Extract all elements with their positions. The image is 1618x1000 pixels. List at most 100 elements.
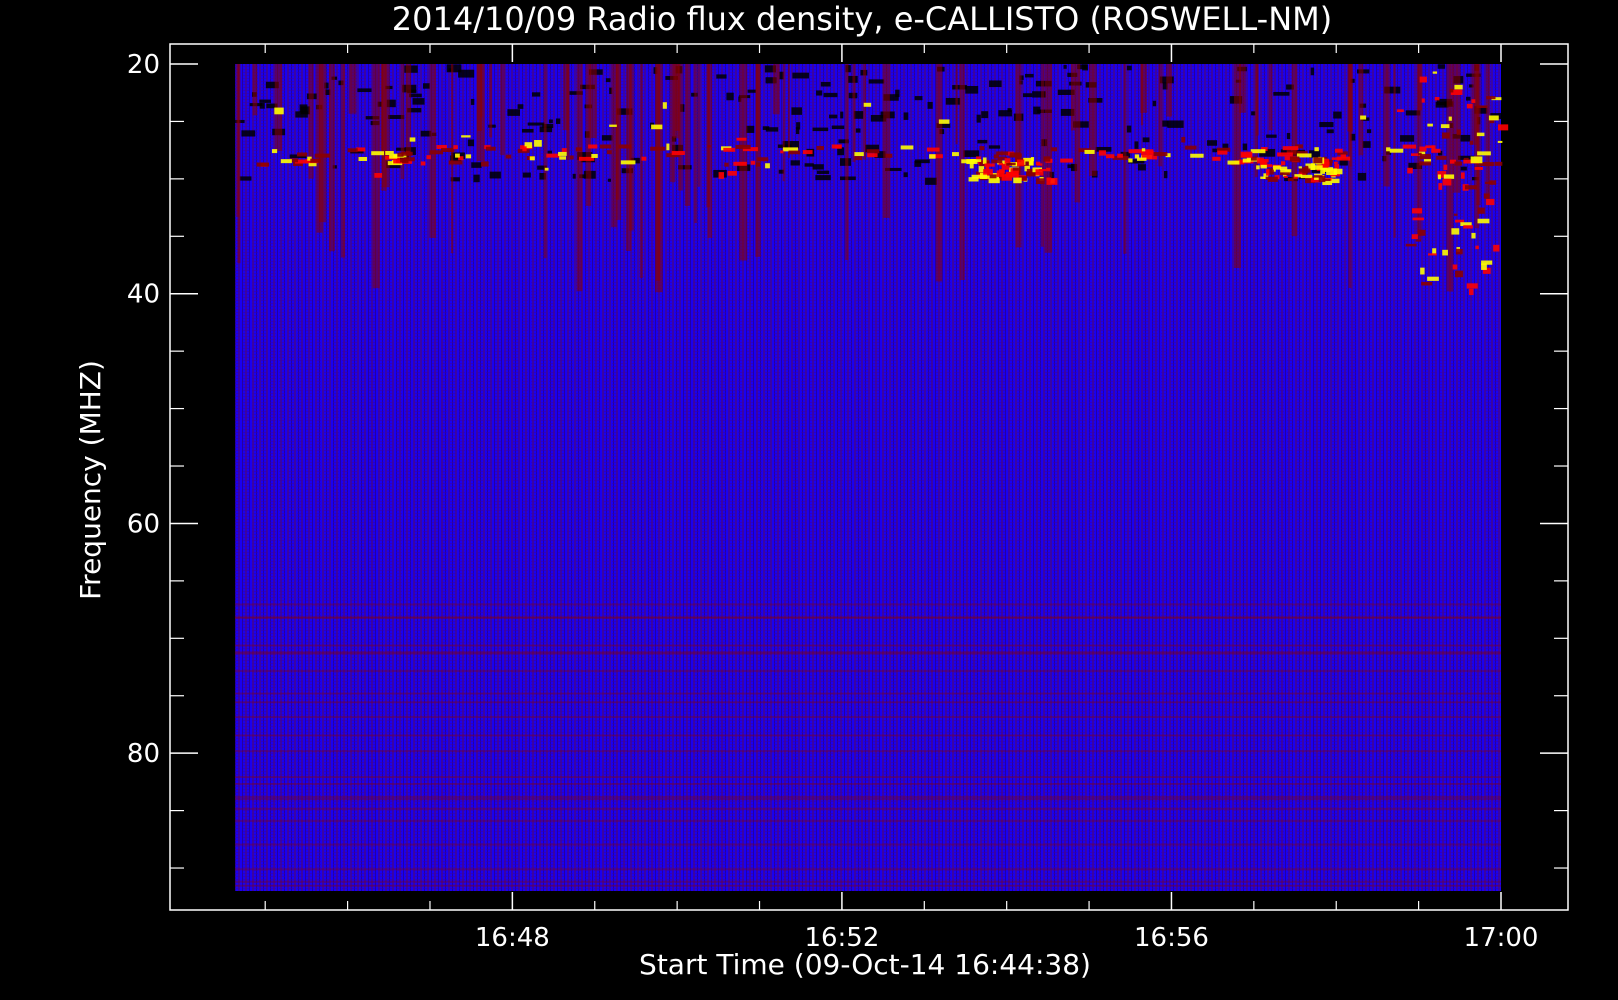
spectrogram-cell (1024, 73, 1034, 78)
spectrogram-cell (1386, 147, 1391, 152)
x-tick-label: 16:56 (1134, 923, 1209, 953)
spectrogram-cell (455, 153, 460, 158)
spectrogram-cell (1300, 174, 1313, 179)
spectrogram-cell (235, 783, 1501, 786)
spectrogram-cell (1428, 253, 1437, 256)
spectrogram-cell (684, 64, 691, 206)
spectrogram-cell (914, 160, 921, 167)
spectrogram-cell (1469, 140, 1474, 145)
spectrogram-cell (1405, 243, 1417, 247)
spectrogram-cell (607, 150, 612, 155)
spectrogram-cell (977, 139, 988, 144)
spectrogram-cell (235, 807, 1501, 810)
spectrogram-cell (618, 144, 632, 149)
spectrogram-cell (609, 124, 617, 127)
spectrogram-cell (792, 72, 809, 79)
spectrogram-cell (726, 92, 734, 101)
spectrogram-cell (1038, 169, 1046, 172)
spectrogram-cell (1456, 129, 1461, 135)
spectrogram-cell (903, 172, 908, 178)
spectrogram-cell (1273, 91, 1290, 96)
spectrogram-cell (235, 775, 1501, 778)
spectrogram-cell (831, 144, 842, 149)
spectrogram-cell (867, 153, 878, 158)
spectrogram-cell (489, 171, 501, 179)
spectrogram-cell (812, 164, 824, 170)
spectrogram-cell (816, 145, 825, 150)
spectrogram-cell (477, 64, 483, 132)
spectrogram-cell (1486, 96, 1496, 100)
spectrogram-cell (1437, 174, 1441, 180)
spectrogram-cell (925, 177, 937, 185)
spectrogram-cell (1234, 64, 1241, 268)
spectrogram-cell (1442, 178, 1452, 186)
spectrogram-cell (929, 154, 936, 159)
spectrogram-cell (548, 119, 553, 124)
spectrogram-cell (1485, 181, 1493, 184)
spectrogram-cell (544, 167, 549, 171)
spectrogram-cell (651, 124, 663, 130)
spectrogram-cell (1227, 160, 1240, 165)
spectrogram-cell (381, 64, 387, 191)
spectrogram-cell (1137, 164, 1146, 171)
spectrogram-cell (988, 178, 1000, 184)
spectrogram-cell (1432, 71, 1438, 74)
spectrogram-cell (485, 146, 496, 151)
spectrogram-cell (1421, 281, 1433, 286)
spectrogram-cell (1331, 157, 1342, 160)
spectrogram-cell (816, 170, 830, 174)
spectrogram-cell (1418, 152, 1422, 156)
spectrogram-cell (1280, 161, 1286, 166)
spectrogram-cell (1153, 152, 1168, 157)
y-tick-label: 80 (127, 739, 160, 769)
spectrogram-cell (989, 80, 1002, 88)
spectrogram-cell (1006, 162, 1013, 166)
spectrogram-cell (1474, 167, 1483, 170)
spectrogram-cell (529, 156, 535, 161)
spectrogram-cell (1036, 178, 1045, 185)
spectrogram-cell (755, 162, 760, 167)
spectrogram-cell (747, 89, 757, 93)
spectrogram-cell (1141, 148, 1146, 152)
spectrogram-cell (1464, 185, 1477, 190)
spectrogram-cell (1286, 133, 1291, 140)
spectrogram-cell (1470, 156, 1483, 164)
spectrogram-cell (1449, 88, 1454, 93)
spectrogram-cell (1481, 263, 1487, 270)
x-tick-label: 17:00 (1464, 923, 1539, 953)
spectrogram-cell (1476, 105, 1488, 109)
spectrogram-cell (274, 107, 284, 115)
spectrogram-cell (1319, 122, 1334, 128)
spectrogram-cell (1451, 228, 1460, 235)
spectrogram-cell (1207, 140, 1218, 146)
spectrogram-cell (927, 101, 933, 109)
spectrogram-cell (412, 98, 425, 105)
spectrogram-cell (1051, 147, 1057, 152)
spectrogram-cell (1435, 101, 1449, 108)
spectrogram-cell (1419, 161, 1432, 166)
spectrogram-cell (1463, 225, 1473, 229)
spectrogram-cell (409, 137, 416, 142)
spectrogram-cell (1360, 115, 1367, 120)
spectrogram-cell (1402, 144, 1417, 149)
spectrogram-cell (1266, 169, 1270, 176)
spectrogram-cell (1434, 97, 1440, 101)
spectrogram-cell (1453, 213, 1458, 216)
spectrogram-cell (252, 64, 258, 116)
spectrogram-cell (694, 64, 697, 223)
spectrogram-cell (1410, 153, 1420, 156)
spectrogram-cell (1443, 164, 1448, 171)
spectrogram-cell (1452, 264, 1458, 270)
x-axis-label: Start Time (09-Oct-14 16:44:38) (639, 948, 1091, 981)
spectrogram-cell (938, 119, 950, 124)
spectrogram-cell (1181, 136, 1186, 143)
spectrogram-cell (235, 616, 1501, 619)
spectrogram-cell (982, 157, 987, 164)
spectrogram-cell (868, 79, 885, 84)
spectrogram-cell (235, 880, 1501, 883)
spectrogram-cell (1460, 172, 1465, 179)
spectrogram-cell (981, 111, 989, 119)
spectrogram-cell (724, 162, 729, 167)
spectrogram-cell (1497, 140, 1503, 143)
spectrogram-cell (522, 146, 527, 152)
